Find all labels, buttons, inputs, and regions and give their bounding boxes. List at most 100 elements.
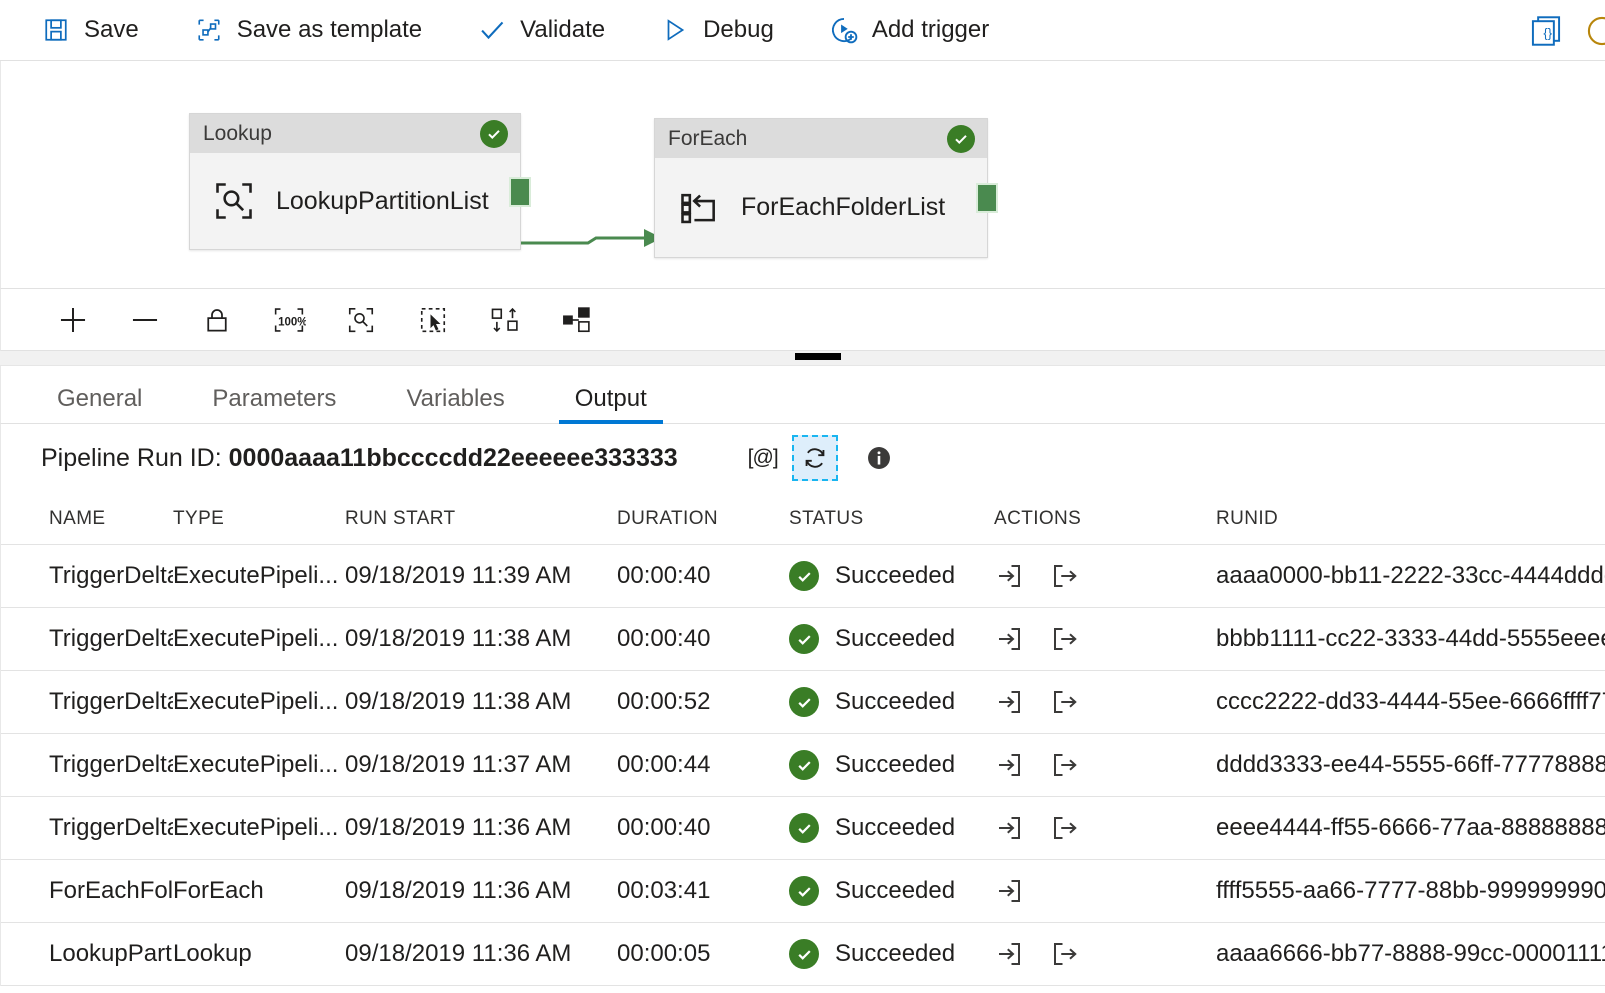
node-output-port[interactable] — [509, 177, 531, 207]
cell-run-start: 09/18/2019 11:36 AM — [345, 923, 617, 986]
pipeline-canvas[interactable]: Lookup LookupPartitionList — [0, 61, 1605, 289]
cell-duration: 00:00:52 — [617, 671, 789, 734]
output-icon[interactable] — [1050, 939, 1080, 969]
play-triangle-icon — [661, 16, 689, 44]
save-icon — [42, 16, 70, 44]
auto-align-icon[interactable] — [469, 297, 541, 343]
tab-variables[interactable]: Variables — [390, 387, 520, 423]
cell-status: Succeeded — [789, 608, 994, 671]
lock-icon[interactable] — [181, 297, 253, 343]
layout-nodes-icon[interactable] — [541, 297, 613, 343]
column-header-runid[interactable]: RUNID — [1216, 492, 1605, 545]
save-button[interactable]: Save — [42, 16, 139, 44]
output-icon[interactable] — [1050, 687, 1080, 717]
tab-label: Variables — [406, 385, 504, 412]
cell-status: Succeeded — [789, 860, 994, 923]
cell-name: TriggerDeltaC... — [1, 797, 173, 860]
table-row[interactable]: TriggerDeltaC... ExecutePipeli... 09/18/… — [1, 734, 1605, 797]
column-header-type[interactable]: TYPE — [173, 492, 345, 545]
panel-resize-handle[interactable] — [0, 351, 1605, 366]
output-icon[interactable] — [1050, 624, 1080, 654]
input-icon[interactable] — [994, 687, 1024, 717]
cell-name: ForEachFolde... — [1, 860, 173, 923]
input-icon[interactable] — [994, 876, 1024, 906]
cell-duration: 00:03:41 — [617, 860, 789, 923]
foreach-loop-icon — [677, 186, 721, 230]
panel-resize-grip[interactable] — [795, 353, 841, 360]
add-trigger-button[interactable]: Add trigger — [830, 16, 989, 44]
validate-button[interactable]: Validate — [478, 16, 605, 44]
input-icon[interactable] — [994, 561, 1024, 591]
status-succeeded-icon — [789, 813, 819, 843]
cell-name: TriggerDeltaC... — [1, 734, 173, 797]
node-type-label: Lookup — [203, 122, 272, 146]
canvas-node-lookup[interactable]: Lookup LookupPartitionList — [189, 113, 521, 250]
zoom-100-percent-icon[interactable]: 100% — [253, 297, 325, 343]
table-row[interactable]: TriggerDeltaC... ExecutePipeli... 09/18/… — [1, 608, 1605, 671]
cell-runid: aaaa0000-bb11-2222-33cc-4444dddd5555 — [1216, 545, 1605, 608]
tab-output[interactable]: Output — [559, 387, 663, 423]
tab-label: Parameters — [212, 385, 336, 412]
cell-duration: 00:00:40 — [617, 608, 789, 671]
column-header-name[interactable]: NAME — [1, 492, 173, 545]
zoom-to-fit-icon[interactable] — [325, 297, 397, 343]
table-row[interactable]: ForEachFolde... ForEach 09/18/2019 11:36… — [1, 860, 1605, 923]
canvas-node-foreach[interactable]: ForEach ForEachFolderList — [654, 118, 988, 258]
input-icon[interactable] — [994, 624, 1024, 654]
save-as-template-button[interactable]: Save as template — [195, 16, 422, 44]
column-header-status[interactable]: STATUS — [789, 492, 994, 545]
lookup-magnifier-icon — [212, 179, 256, 223]
output-icon[interactable] — [1050, 813, 1080, 843]
properties-icon[interactable] — [1585, 14, 1605, 48]
tab-parameters[interactable]: Parameters — [196, 387, 352, 423]
status-label: Succeeded — [835, 625, 955, 653]
node-name-label: LookupPartitionList — [276, 187, 489, 216]
select-pointer-icon[interactable] — [397, 297, 469, 343]
status-label: Succeeded — [835, 688, 955, 716]
cell-status: Succeeded — [789, 797, 994, 860]
output-icon[interactable] — [1050, 561, 1080, 591]
cell-runid: bbbb1111-cc22-3333-44dd-5555eeee6666 — [1216, 608, 1605, 671]
input-icon[interactable] — [994, 813, 1024, 843]
cell-duration: 00:00:40 — [617, 797, 789, 860]
expression-at-icon[interactable]: [@] — [748, 446, 778, 470]
tab-general[interactable]: General — [41, 387, 158, 423]
add-trigger-icon — [830, 16, 858, 44]
status-succeeded-icon — [789, 876, 819, 906]
row-actions — [994, 687, 1216, 717]
cell-duration: 00:00:44 — [617, 734, 789, 797]
table-row[interactable]: TriggerDeltaC... ExecutePipeli... 09/18/… — [1, 797, 1605, 860]
cell-status: Succeeded — [789, 734, 994, 797]
table-row[interactable]: TriggerDeltaC... ExecutePipeli... 09/18/… — [1, 545, 1605, 608]
cell-name: TriggerDeltaC... — [1, 545, 173, 608]
status-label: Succeeded — [835, 562, 955, 590]
cell-runid: aaaa6666-bb77-8888-99cc-00001111dddd — [1216, 923, 1605, 986]
zoom-out-icon[interactable] — [109, 297, 181, 343]
debug-label: Debug — [703, 18, 774, 42]
code-view-icon[interactable]: {} — [1529, 14, 1563, 48]
cell-type: ExecutePipeli... — [173, 545, 345, 608]
zoom-in-icon[interactable] — [37, 297, 109, 343]
column-header-actions[interactable]: ACTIONS — [994, 492, 1216, 545]
table-row[interactable]: LookupPartiti... Lookup 09/18/2019 11:36… — [1, 923, 1605, 986]
input-icon[interactable] — [994, 939, 1024, 969]
cell-type: ExecutePipeli... — [173, 734, 345, 797]
column-header-duration[interactable]: DURATION — [617, 492, 789, 545]
debug-button[interactable]: Debug — [661, 16, 774, 44]
table-row[interactable]: TriggerDeltaC... ExecutePipeli... 09/18/… — [1, 671, 1605, 734]
cell-status: Succeeded — [789, 923, 994, 986]
pipeline-run-id-value: 0000aaaa11bbccccdd22eeeeee333333 — [229, 444, 678, 473]
info-icon[interactable] — [862, 441, 896, 475]
status-succeeded-icon — [789, 750, 819, 780]
save-as-template-icon — [195, 16, 223, 44]
refresh-icon[interactable] — [792, 435, 838, 481]
output-icon[interactable] — [1050, 750, 1080, 780]
cell-runid: cccc2222-dd33-4444-55ee-6666ffff7777 — [1216, 671, 1605, 734]
cell-run-start: 09/18/2019 11:38 AM — [345, 608, 617, 671]
input-icon[interactable] — [994, 750, 1024, 780]
column-header-run-start[interactable]: RUN START — [345, 492, 617, 545]
details-tab-bar: General Parameters Variables Output — [0, 366, 1605, 424]
node-output-port[interactable] — [976, 183, 998, 213]
node-body: LookupPartitionList — [190, 153, 520, 249]
table-header-row: NAME TYPE RUN START DURATION STATUS ACTI… — [1, 492, 1605, 545]
